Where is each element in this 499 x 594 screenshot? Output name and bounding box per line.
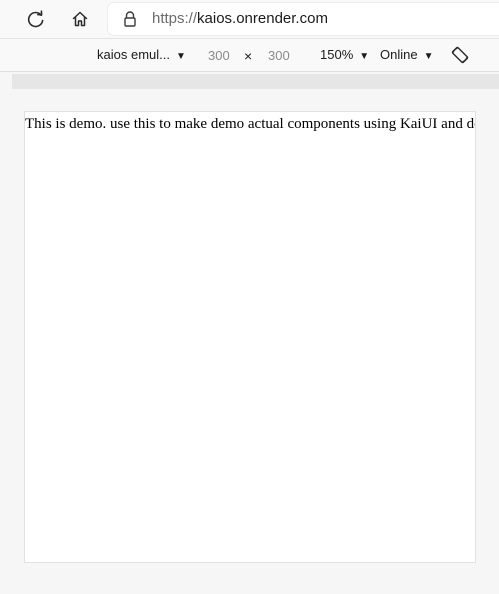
responsive-design-toolbar: kaios emul... ▼ × 150% ▼ Online ▼ — [0, 39, 499, 72]
home-icon — [72, 11, 88, 27]
emulated-viewport: This is demo. use this to make demo actu… — [24, 111, 476, 563]
zoom-selector[interactable]: 150% ▼ — [320, 47, 369, 65]
demo-text: This is demo. use this to make demo actu… — [25, 116, 476, 132]
dimension-separator: × — [244, 48, 253, 64]
device-selector-label: kaios emul... — [97, 47, 170, 62]
viewport-width-input[interactable] — [208, 47, 242, 63]
rotate-viewport-icon[interactable] — [451, 46, 469, 64]
lock-icon — [124, 11, 136, 27]
chevron-down-icon: ▼ — [423, 51, 434, 62]
browser-toolbar: https://kaios.onrender.com — [0, 0, 499, 39]
home-button[interactable] — [66, 5, 94, 33]
chevron-down-icon: ▼ — [359, 51, 370, 62]
url-bar[interactable]: https://kaios.onrender.com — [108, 3, 499, 35]
viewport-height-input[interactable] — [268, 47, 302, 63]
device-selector[interactable]: kaios emul... ▼ — [97, 47, 186, 65]
network-throttle-selector[interactable]: Online ▼ — [380, 47, 433, 65]
viewport-ruler — [12, 74, 499, 89]
network-selector-label: Online — [380, 47, 418, 62]
url-text[interactable]: https://kaios.onrender.com — [152, 10, 328, 28]
reload-icon — [27, 10, 44, 28]
url-host: kaios.onrender.com — [197, 10, 328, 27]
reload-button[interactable] — [22, 5, 50, 33]
chevron-down-icon: ▼ — [175, 51, 186, 62]
url-scheme: https:// — [152, 10, 198, 27]
zoom-selector-label: 150% — [320, 47, 354, 62]
